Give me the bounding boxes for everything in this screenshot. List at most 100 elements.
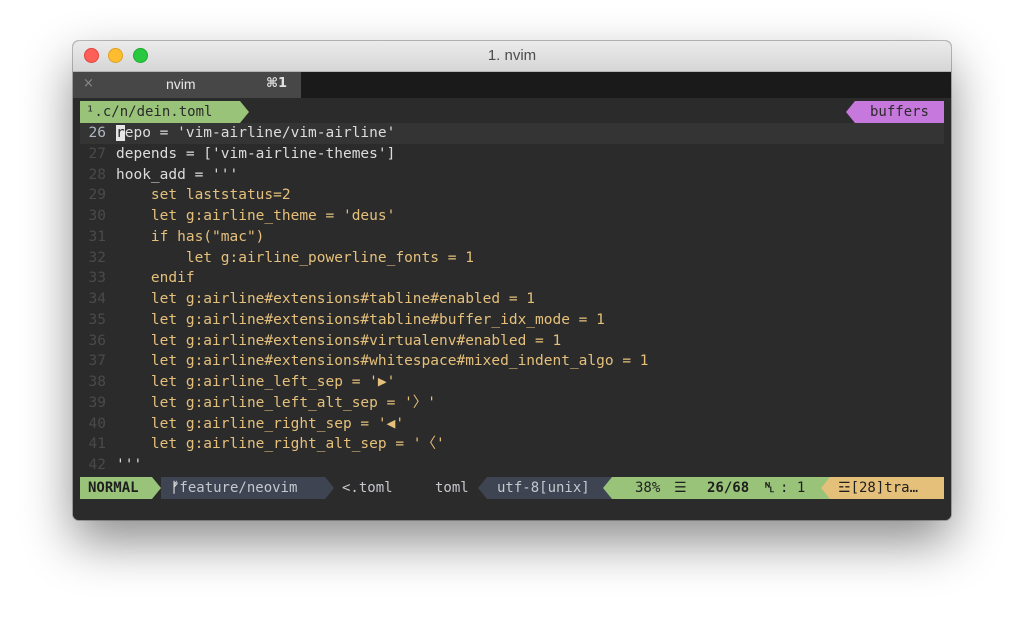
line-text: let g:airline_left_alt_sep = '〉'	[116, 393, 436, 414]
line-number: 30	[88, 208, 106, 224]
code-line[interactable]: 28 hook_add = '''	[80, 165, 944, 186]
branch-name: feature/neovim	[179, 480, 298, 496]
powerline-left-arrow	[821, 477, 830, 499]
code-line[interactable]: 32 let g:airline_powerline_fonts = 1	[80, 248, 944, 269]
line-number: 33	[88, 270, 106, 287]
line-number: 39	[88, 394, 106, 411]
line-number: 31	[88, 228, 106, 245]
line-text: endif	[116, 268, 195, 289]
powerline-right-arrow	[152, 477, 161, 499]
tab-nvim[interactable]: × nvim ⌘1	[73, 72, 301, 98]
line-text: let g:airline_powerline_fonts = 1	[116, 248, 474, 269]
mode-indicator: NORMAL	[80, 477, 152, 499]
line-number: 26	[88, 125, 106, 141]
code-line[interactable]: 35 let g:airline#extensions#tabline#buff…	[80, 310, 944, 331]
file-name: <.toml	[342, 480, 393, 496]
line-text: depends = ['vim-airline-themes']	[116, 144, 395, 165]
line-number: 38	[88, 374, 106, 390]
buffer-tab[interactable]: ¹.c/n/dein.toml	[80, 101, 240, 123]
scroll-percent: 38%	[635, 480, 661, 496]
powerline-right-arrow	[325, 477, 334, 499]
line-number: 27	[88, 145, 106, 162]
airline-tabline: ¹.c/n/dein.toml buffers	[80, 101, 944, 123]
line-text: let g:airline_left_sep = '▶'	[116, 372, 395, 393]
whitespace-warning: ☲[28]tra…	[830, 477, 944, 499]
code-line[interactable]: 38 let g:airline_left_sep = '▶'	[80, 372, 944, 393]
code-line[interactable]: 27 depends = ['vim-airline-themes']	[80, 144, 944, 165]
line-content: let g:airline_right_sep = '◀'	[116, 415, 405, 432]
code-line[interactable]: 30 let g:airline_theme = 'deus'	[80, 206, 944, 227]
line-content: let g:airline_powerline_fonts = 1	[116, 249, 474, 266]
powerline-left-arrow	[603, 477, 612, 499]
line-content: let g:airline_left_alt_sep = '〉'	[116, 394, 437, 411]
code-line[interactable]: 42 '''	[80, 455, 944, 472]
tab-shortcut: ⌘1	[266, 76, 288, 91]
line-text: repo = 'vim-airline/vim-airline'	[116, 123, 395, 144]
line-content: set laststatus=2	[116, 187, 291, 204]
warning-icon: ☲	[838, 480, 851, 496]
title-bar: 1. nvim	[73, 41, 951, 72]
terminal-area[interactable]: ¹.c/n/dein.toml buffers 26 repo = 'vim-ai…	[73, 98, 951, 520]
line-text: hook_add = '''	[116, 165, 238, 186]
line-text: if has("mac")	[116, 227, 265, 248]
line-number: 29	[88, 187, 106, 204]
line-text: let g:airline_theme = 'deus'	[116, 206, 395, 227]
code-line[interactable]: 37 let g:airline#extensions#whitespace#m…	[80, 351, 944, 372]
line-number: 36	[88, 332, 106, 349]
line-content: let g:airline_left_sep = '▶'	[116, 374, 396, 390]
close-tab-icon[interactable]: ×	[83, 76, 94, 91]
line-content: let g:airline#extensions#whitespace#mixe…	[116, 353, 649, 370]
line-content: let g:airline#extensions#tabline#enabled…	[116, 291, 536, 307]
code-line[interactable]: 29 set laststatus=2	[80, 185, 944, 206]
code-line[interactable]: 31 if has("mac")	[80, 227, 944, 248]
encoding-segment: utf-8[unix]	[487, 477, 612, 499]
line-content: depends = ['vim-airline-themes']	[116, 145, 396, 162]
code-line[interactable]: 41 let g:airline_right_alt_sep = '〈'	[80, 434, 944, 455]
line-text: '''	[116, 455, 142, 472]
text-cursor: r	[116, 125, 125, 141]
line-content: epo = 'vim-airline/vim-airline'	[124, 125, 396, 141]
terminal-window: 1. nvim × nvim ⌘1 ¹.c/n/dein.toml buffer…	[73, 41, 951, 520]
line-text: let g:airline_right_alt_sep = '〈'	[116, 434, 445, 455]
line-content: let g:airline#extensions#tabline#buffer_…	[116, 311, 605, 328]
airline-statusline: NORMAL ᚠfeature/neovim <.toml toml utf-8…	[80, 477, 944, 499]
line-content: let g:airline_right_alt_sep = '〈'	[116, 436, 445, 453]
code-line[interactable]: 39 let g:airline_left_alt_sep = '〉'	[80, 393, 944, 414]
line-content: let g:airline#extensions#virtualenv#enab…	[116, 332, 562, 349]
command-line[interactable]	[80, 502, 944, 520]
line-content: let g:airline_theme = 'deus'	[116, 208, 396, 224]
line-number: 41	[88, 436, 106, 453]
cursor-position: 26/68	[707, 480, 750, 496]
line-content: hook_add = '''	[116, 166, 239, 183]
tab-label: nvim	[166, 76, 196, 92]
line-text: let g:airline#extensions#whitespace#mixe…	[116, 351, 649, 372]
powerline-left-arrow	[478, 477, 487, 499]
line-content: endif	[116, 270, 195, 287]
powerline-left-arrow	[846, 101, 855, 123]
editor-buffer[interactable]: 26 repo = 'vim-airline/vim-airline' 27 depe…	[80, 123, 944, 472]
line-text: let g:airline#extensions#tabline#enabled…	[116, 289, 535, 310]
powerline-right-arrow	[240, 101, 249, 123]
line-number-icon: ␤	[764, 480, 776, 496]
line-number: 34	[88, 291, 106, 307]
code-line[interactable]: 36 let g:airline#extensions#virtualenv#e…	[80, 331, 944, 352]
lines-icon: ☰	[674, 480, 687, 496]
line-number: 37	[88, 353, 106, 370]
code-line[interactable]: 34 let g:airline#extensions#tabline#enab…	[80, 289, 944, 310]
line-text: set laststatus=2	[116, 185, 291, 206]
line-text: let g:airline_right_sep = '◀'	[116, 414, 404, 435]
line-text: let g:airline#extensions#virtualenv#enab…	[116, 331, 561, 352]
window-title: 1. nvim	[487, 47, 537, 64]
line-content: '''	[116, 457, 143, 472]
line-number: 42	[88, 457, 106, 472]
code-line[interactable]: 26 repo = 'vim-airline/vim-airline'	[80, 123, 944, 144]
code-line[interactable]: 40 let g:airline_right_sep = '◀'	[80, 414, 944, 435]
line-text: let g:airline#extensions#tabline#buffer_…	[116, 310, 605, 331]
cursor-column: : 1	[780, 480, 806, 496]
line-content: if has("mac")	[116, 228, 265, 245]
tab-bar: × nvim ⌘1	[73, 72, 951, 98]
line-number: 35	[88, 311, 106, 328]
line-number: 32	[88, 249, 106, 266]
code-line[interactable]: 33 endif	[80, 268, 944, 289]
line-number: 28	[88, 166, 106, 183]
